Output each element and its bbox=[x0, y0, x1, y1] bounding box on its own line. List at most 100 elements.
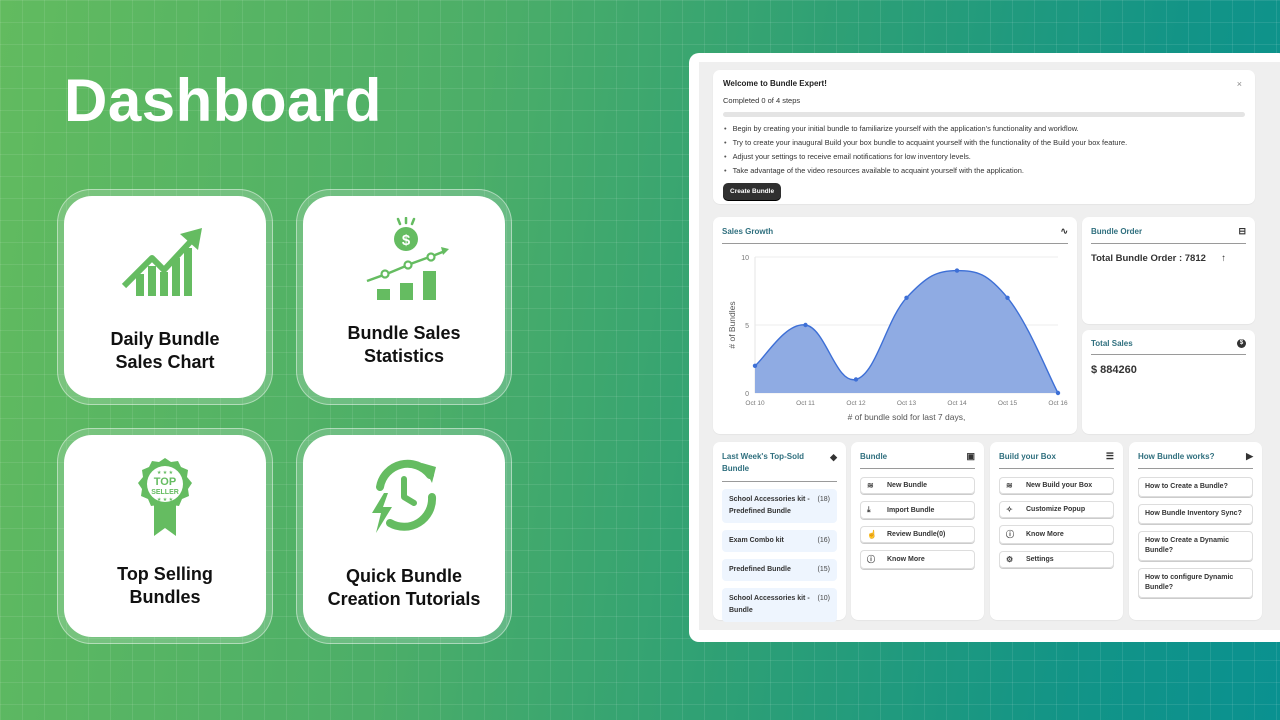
x-tick-label: Oct 11 bbox=[796, 400, 815, 407]
chart-area: 0 5 10 Oct 10 Oct 11 Oct 12 Oct 13 Oct 14 Oct 15… bbox=[722, 244, 1068, 429]
feature-card-daily-sales[interactable]: Daily Bundle Sales Chart bbox=[57, 189, 273, 405]
step-item: Try to create your inaugural Build your … bbox=[723, 136, 1245, 150]
top-sold-card: Last Week's Top-Sold Bundle ◆ School Acc… bbox=[713, 442, 846, 622]
dashboard-content: Welcome to Bundle Expert! × Completed 0 … bbox=[699, 62, 1280, 630]
feature-card-sales-statistics[interactable]: $ Bundle Sales Statistics bbox=[296, 189, 512, 405]
growth-chart-icon bbox=[120, 220, 210, 300]
total-sales-value: $ 884260 bbox=[1091, 364, 1137, 376]
stack-icon: ≋ bbox=[1006, 481, 1013, 490]
y-tick-label: 5 bbox=[745, 323, 749, 330]
feature-label-line: Bundles bbox=[129, 587, 201, 607]
customize-popup-button[interactable]: ✧ Customize Popup bbox=[999, 501, 1114, 518]
settings-button[interactable]: ⚙ Settings bbox=[999, 551, 1114, 568]
new-bundle-button[interactable]: ≋ New Bundle bbox=[860, 477, 975, 494]
x-tick-label: Oct 13 bbox=[897, 400, 917, 407]
svg-text:★ ★ ★: ★ ★ ★ bbox=[157, 470, 174, 476]
welcome-title: Welcome to Bundle Expert! bbox=[723, 79, 827, 88]
byob-menu-list: ≋ New Build your Box ✧ Customize Popup ⓘ… bbox=[999, 477, 1114, 568]
feature-label: Bundle Sales Statistics bbox=[347, 322, 460, 368]
step-item: Adjust your settings to receive email no… bbox=[723, 150, 1245, 164]
sparkle-icon: ✧ bbox=[1006, 505, 1013, 514]
bundle-menu-card: Bundle ▣ ≋ New Bundle ⤓ Import Bundle ☝ … bbox=[851, 442, 984, 620]
data-point bbox=[752, 363, 758, 368]
feature-label-line: Quick Bundle bbox=[345, 566, 462, 586]
tutorial-link[interactable]: How Bundle Inventory Sync? bbox=[1138, 504, 1253, 524]
y-axis-label: # of Bundles bbox=[727, 301, 737, 348]
video-icon: ▶ bbox=[1246, 451, 1253, 461]
x-tick-label: Oct 10 bbox=[745, 400, 765, 407]
bundle-name: School Accessories kit - Predefined Bund… bbox=[729, 496, 810, 515]
inbox-icon: ⊟ bbox=[1238, 226, 1246, 236]
sales-growth-card: Sales Growth ∿ 0 5 10 Oct 10 Oct 11 Oct 12 Oct… bbox=[713, 217, 1077, 434]
x-tick-label: Oct 16 bbox=[1048, 400, 1068, 407]
card-title: Last Week's Top-Sold Bundle bbox=[722, 452, 805, 473]
svg-text:★ ★ ★: ★ ★ ★ bbox=[157, 497, 174, 503]
x-axis-label: # of bundle sold for last 7 days, bbox=[848, 412, 966, 422]
data-point bbox=[1005, 295, 1010, 300]
card-title: Total Sales bbox=[1091, 339, 1133, 348]
card-title: Bundle bbox=[860, 452, 888, 461]
feature-card-top-selling[interactable]: TOP SELLER ★ ★ ★ ★ ★ ★ Top Selling Bundl… bbox=[57, 428, 273, 644]
top-sold-item[interactable]: School Accessories kit - Bundle (10) bbox=[722, 588, 837, 622]
card-header: Sales Growth ∿ bbox=[722, 226, 1068, 244]
sales-growth-chart: 0 5 10 Oct 10 Oct 11 Oct 12 Oct 13 Oct 14 Oct 15… bbox=[727, 255, 1068, 422]
y-tick-label: 0 bbox=[745, 391, 749, 398]
welcome-card: Welcome to Bundle Expert! × Completed 0 … bbox=[713, 70, 1255, 204]
bundle-count: (10) bbox=[817, 595, 830, 602]
card-header: How Bundle works? ▶ bbox=[1138, 451, 1253, 469]
feature-label-line: Creation Tutorials bbox=[327, 589, 481, 609]
import-bundle-button[interactable]: ⤓ Import Bundle bbox=[860, 501, 975, 519]
feature-card-body: $ Bundle Sales Statistics bbox=[303, 196, 505, 398]
top-sold-item[interactable]: Predefined Bundle (15) bbox=[722, 559, 837, 581]
thumbs-up-icon: ☝ bbox=[867, 530, 877, 539]
tutorial-link[interactable]: How to Create a Bundle? bbox=[1138, 477, 1253, 497]
feature-label-line: Top Selling bbox=[117, 564, 213, 584]
total-sales-card: Total Sales $ $ 884260 bbox=[1082, 330, 1255, 434]
top-sold-item[interactable]: School Accessories kit - Predefined Bund… bbox=[722, 489, 837, 523]
card-title: How Bundle works? bbox=[1138, 452, 1215, 461]
card-header: Last Week's Top-Sold Bundle ◆ bbox=[722, 451, 837, 482]
progress-label: Completed 0 of 4 steps bbox=[723, 96, 801, 105]
card-header: Bundle Order ⊟ bbox=[1091, 226, 1246, 244]
menu-label: New Bundle bbox=[887, 482, 928, 489]
data-point bbox=[803, 322, 808, 328]
svg-text:$: $ bbox=[402, 232, 411, 249]
know-more-button[interactable]: ⓘ Know More bbox=[860, 550, 975, 569]
feature-card-body: Daily Bundle Sales Chart bbox=[64, 196, 266, 398]
bundle-count: (16) bbox=[817, 537, 830, 544]
close-icon[interactable]: × bbox=[1237, 79, 1242, 89]
steps-list: Begin by creating your initial bundle to… bbox=[723, 122, 1245, 178]
feature-label-line: Bundle Sales bbox=[347, 323, 461, 343]
top-sold-item[interactable]: Exam Combo kit (16) bbox=[722, 530, 837, 552]
review-bundle-button[interactable]: ☝ Review Bundle(0) bbox=[860, 526, 975, 543]
feature-card-quick-tutorials[interactable]: Quick Bundle Creation Tutorials bbox=[296, 428, 512, 644]
feature-card-body: Quick Bundle Creation Tutorials bbox=[303, 435, 505, 637]
know-more-button[interactable]: ⓘ Know More bbox=[999, 525, 1114, 544]
x-tick-label: Oct 12 bbox=[846, 400, 866, 407]
card-header: Bundle ▣ bbox=[860, 451, 975, 469]
info-icon: ⓘ bbox=[1006, 530, 1014, 539]
progress-bar bbox=[723, 112, 1245, 117]
feature-label-line: Daily Bundle bbox=[110, 329, 220, 349]
bundle-name: Predefined Bundle bbox=[729, 566, 791, 573]
bundle-name: School Accessories kit - Bundle bbox=[729, 595, 810, 614]
tutorial-link[interactable]: How to Create a Dynamic Bundle? bbox=[1138, 531, 1253, 561]
tutorial-link[interactable]: How to configure Dynamic Bundle? bbox=[1138, 568, 1253, 598]
create-bundle-button[interactable]: Create Bundle bbox=[723, 183, 782, 200]
build-your-box-card: Build your Box ☰ ≋ New Build your Box ✧ … bbox=[990, 442, 1123, 620]
feature-label: Daily Bundle Sales Chart bbox=[110, 328, 219, 374]
step-item: Take advantage of the video resources av… bbox=[723, 164, 1245, 178]
how-bundle-works-card: How Bundle works? ▶ How to Create a Bund… bbox=[1129, 442, 1262, 620]
data-point bbox=[904, 295, 909, 300]
gear-icon: ⚙ bbox=[1006, 555, 1014, 564]
new-build-your-box-button[interactable]: ≋ New Build your Box bbox=[999, 477, 1114, 494]
briefcase-icon: ▣ bbox=[966, 451, 975, 461]
database-icon: ☰ bbox=[1105, 451, 1114, 461]
card-header: Total Sales $ bbox=[1091, 339, 1246, 355]
bundle-count: (18) bbox=[817, 496, 830, 503]
feature-label: Quick Bundle Creation Tutorials bbox=[328, 565, 481, 611]
menu-label: Import Bundle bbox=[887, 506, 935, 514]
how-menu-list: How to Create a Bundle? How Bundle Inven… bbox=[1138, 477, 1253, 598]
feature-label-line: Statistics bbox=[363, 346, 445, 366]
card-title: Build your Box bbox=[999, 452, 1056, 461]
